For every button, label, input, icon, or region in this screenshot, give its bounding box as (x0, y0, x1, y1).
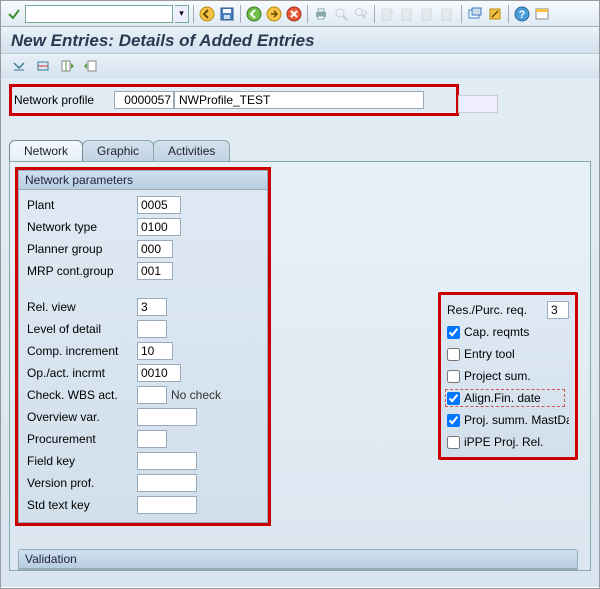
check-wbs-act-label: Check. WBS act. (27, 388, 137, 402)
res-purc-req-input[interactable] (547, 301, 569, 319)
network-profile-label: Network profile (14, 93, 114, 107)
mrp-cont-group-label: MRP cont.group (27, 264, 137, 278)
op-act-incrmt-input[interactable] (137, 364, 181, 382)
version-prof-label: Version prof. (27, 476, 137, 490)
level-of-detail-input[interactable] (137, 320, 167, 338)
group-validation: Validation (18, 549, 578, 570)
network-profile-number[interactable] (114, 91, 174, 109)
next-page-icon (419, 5, 437, 23)
next-entry-icon[interactable] (83, 58, 99, 74)
check-wbs-act-text: No check (167, 386, 225, 404)
exit-icon[interactable] (265, 5, 283, 23)
proj-summ-mastda-label: Proj. summ. MastDa (464, 413, 569, 427)
comp-increment-input[interactable] (137, 342, 173, 360)
layout-menu-icon[interactable] (533, 5, 551, 23)
align-fin-date-label: Align.Fin. date (464, 391, 569, 405)
app-toolbar: ▾ ? (1, 1, 599, 27)
std-text-key-input[interactable] (137, 496, 197, 514)
prev-page-icon (399, 5, 417, 23)
command-field[interactable] (25, 5, 173, 23)
back-icon[interactable] (198, 5, 216, 23)
print-icon[interactable] (312, 5, 330, 23)
procurement-label: Procurement (27, 432, 137, 446)
command-dropdown-icon[interactable]: ▾ (175, 5, 189, 23)
find-next-icon (352, 5, 370, 23)
proj-summ-mastda-checkbox[interactable] (447, 414, 460, 427)
first-page-icon (379, 5, 397, 23)
network-type-label: Network type (27, 220, 137, 234)
accept-icon[interactable] (5, 5, 23, 23)
align-fin-date-checkbox[interactable] (447, 392, 460, 405)
entry-tool-label: Entry tool (464, 347, 569, 361)
tab-panel-network: Network parameters Plant Network type Pl… (9, 161, 591, 571)
ippe-proj-rel-checkbox[interactable] (447, 436, 460, 449)
version-prof-input[interactable] (137, 474, 197, 492)
project-sum-checkbox[interactable] (447, 370, 460, 383)
new-session-icon[interactable] (466, 5, 484, 23)
find-icon (332, 5, 350, 23)
tab-graphic[interactable]: Graphic (82, 140, 154, 161)
save-icon[interactable] (218, 5, 236, 23)
back-nav-icon[interactable] (245, 5, 263, 23)
app-sub-toolbar (1, 54, 599, 78)
content-area: Network profile Network Graphic Activiti… (1, 78, 599, 587)
network-parameters-highlight: Network parameters Plant Network type Pl… (15, 167, 271, 526)
prev-entry-icon[interactable] (59, 58, 75, 74)
cap-reqmts-checkbox[interactable] (447, 326, 460, 339)
check-wbs-act-input[interactable] (137, 386, 167, 404)
group-network-parameters: Network parameters Plant Network type Pl… (18, 170, 268, 523)
op-act-incrmt-label: Op./act. incrmt (27, 366, 137, 380)
tab-activities[interactable]: Activities (153, 140, 230, 161)
entry-tool-checkbox[interactable] (447, 348, 460, 361)
project-sum-label: Project sum. (464, 369, 569, 383)
rel-view-label: Rel. view (27, 300, 137, 314)
group-title-network-parameters: Network parameters (19, 171, 267, 190)
network-profile-row: Network profile (9, 84, 459, 116)
plant-input[interactable] (137, 196, 181, 214)
ippe-proj-rel-label: iPPE Proj. Rel. (464, 435, 569, 449)
overview-var-label: Overview var. (27, 410, 137, 424)
last-page-icon (439, 5, 457, 23)
expand-icon[interactable] (11, 58, 27, 74)
cancel-icon[interactable] (285, 5, 303, 23)
shortcut-icon[interactable] (486, 5, 504, 23)
delimiter-icon[interactable] (35, 58, 51, 74)
procurement-input[interactable] (137, 430, 167, 448)
mrp-cont-group-input[interactable] (137, 262, 173, 280)
overview-var-input[interactable] (137, 408, 197, 426)
title-bar: New Entries: Details of Added Entries (1, 27, 599, 54)
plant-label: Plant (27, 198, 137, 212)
help-icon[interactable]: ? (513, 5, 531, 23)
res-purc-req-label: Res./Purc. req. (447, 303, 543, 317)
svg-text:?: ? (519, 9, 526, 21)
level-of-detail-label: Level of detail (27, 322, 137, 336)
group-title-validation: Validation (19, 550, 577, 569)
network-profile-name[interactable] (174, 91, 424, 109)
comp-increment-label: Comp. increment (27, 344, 137, 358)
right-panel-highlight: Res./Purc. req. Cap. reqmts Entry tool P… (438, 292, 578, 460)
network-type-input[interactable] (137, 218, 181, 236)
field-key-label: Field key (27, 454, 137, 468)
cap-reqmts-label: Cap. reqmts (464, 325, 569, 339)
page-title: New Entries: Details of Added Entries (11, 31, 589, 51)
planner-group-input[interactable] (137, 240, 173, 258)
std-text-key-label: Std text key (27, 498, 137, 512)
tab-network[interactable]: Network (9, 140, 83, 161)
rel-view-input[interactable] (137, 298, 167, 316)
tabstrip: Network Graphic Activities (9, 140, 591, 161)
planner-group-label: Planner group (27, 242, 137, 256)
profile-description-tail (458, 95, 498, 113)
field-key-input[interactable] (137, 452, 197, 470)
